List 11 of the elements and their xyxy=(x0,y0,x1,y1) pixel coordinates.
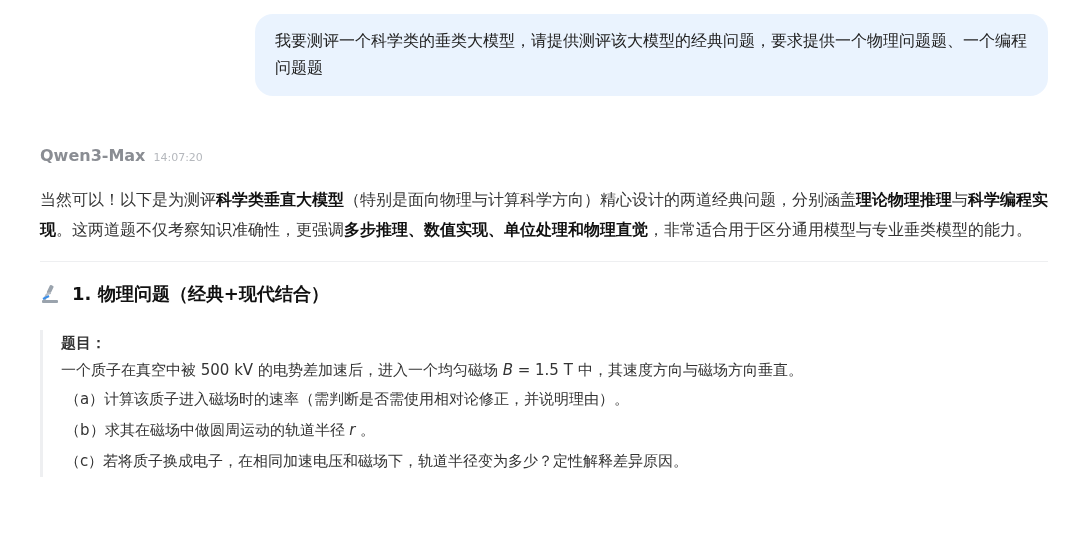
reply-paragraph: 当然可以！以下是为测评科学类垂直大模型（特别是面向物理与计算科学方向）精心设计的两道经典问题，分别涵盖理论物理推理与科学编程实现。这两道题不仅考察知识准确性，更强调多步推理、数值实现、单位处理和物理直觉，非常适合用于区分通用模型与专业垂类模型的能力。 xyxy=(40,190,1048,241)
section-heading: 1. 物理问题（经典+现代结合） xyxy=(72,282,329,306)
question-part: （a）计算该质子进入磁场时的速率（需判断是否需使用相对论修正，并说明理由）。 xyxy=(64,389,631,410)
message-time: 14:07:20 xyxy=(153,151,203,164)
model-name: Qwen3-Max xyxy=(40,146,146,165)
microscope-icon xyxy=(40,284,60,304)
question-part: （b）求其在磁场中做圆周运动的轨道半径 r 。 xyxy=(64,420,377,441)
user-message: 我要测评一个科学类的垂类大模型，请提供测评该大模型的经典问题，要求提供一个物理问题题、一个编程问题题 xyxy=(255,14,1048,96)
question-label: 题目： xyxy=(61,334,107,353)
question-text: 一个质子在真空中被 500 kV 的电势差加速后，进入一个均匀磁场 B = 1.5 T 中，其速度方向与磁场方向垂直。 xyxy=(61,360,804,381)
question-part: （c）若将质子换成电子，在相同加速电压和磁场下，轨道半径变为多少？定性解释差异原因。 xyxy=(64,451,690,472)
